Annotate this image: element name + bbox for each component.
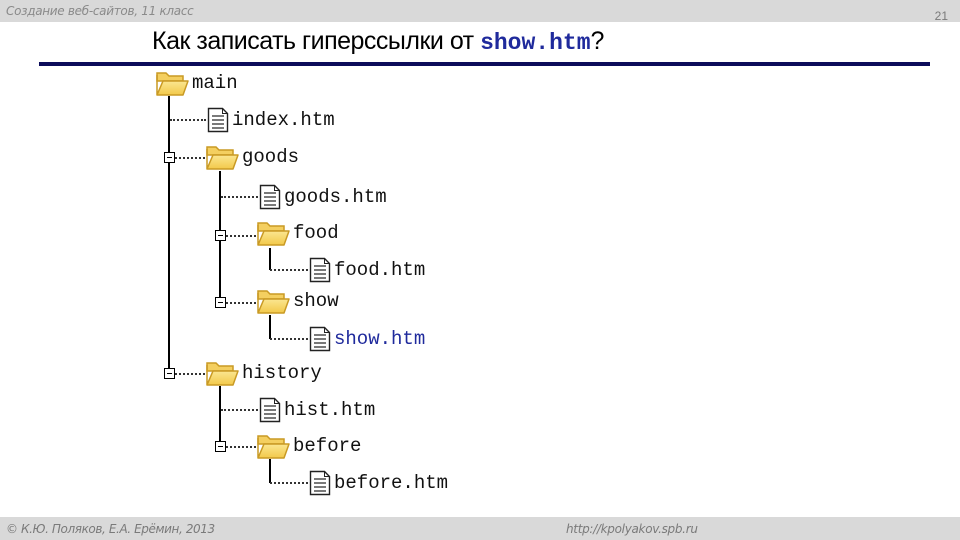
tree-node-before[interactable]: before — [256, 432, 361, 460]
tree-node-main[interactable]: main — [155, 69, 238, 97]
collapse-toggle-before[interactable] — [215, 441, 226, 452]
node-label: food — [293, 222, 339, 244]
tree-connector — [270, 482, 308, 484]
tree-connector — [226, 446, 256, 448]
node-label: goods.htm — [284, 186, 387, 208]
node-label: history — [242, 362, 322, 384]
tree-node-index-htm[interactable]: index.htm — [207, 106, 335, 134]
folder-open-icon — [256, 287, 290, 315]
tree-node-show-htm[interactable]: show.htm — [309, 325, 425, 353]
file-icon — [259, 184, 281, 210]
folder-open-icon — [256, 219, 290, 247]
footer-url[interactable]: http://kpolyakov.spb.ru — [566, 522, 698, 536]
node-label: show — [293, 290, 339, 312]
node-label: goods — [242, 146, 300, 168]
tree-node-history[interactable]: history — [205, 359, 322, 387]
file-icon — [259, 397, 281, 423]
tree-connector — [226, 302, 256, 304]
node-label: main — [192, 72, 238, 94]
tree-node-goods-htm[interactable]: goods.htm — [259, 183, 387, 211]
node-label: before — [293, 435, 362, 457]
tree-node-goods[interactable]: goods — [205, 143, 299, 171]
collapse-toggle-history[interactable] — [164, 368, 175, 379]
tree-connector — [175, 157, 205, 159]
node-label: before.htm — [334, 472, 449, 494]
node-label: index.htm — [232, 109, 335, 131]
footer-bar: © К.Ю. Поляков, Е.А. Ерёмин, 2013 http:/… — [0, 517, 960, 540]
collapse-toggle-food[interactable] — [215, 230, 226, 241]
collapse-toggle-goods[interactable] — [164, 152, 175, 163]
file-icon — [309, 326, 331, 352]
tree-line — [269, 315, 271, 339]
node-label: food.htm — [334, 259, 426, 281]
tree-connector — [221, 409, 258, 411]
tree-line — [168, 96, 170, 374]
tree-node-show[interactable]: show — [256, 287, 339, 315]
folder-tree: main index.htm goods goods.htm food food… — [0, 0, 960, 540]
tree-connector — [270, 269, 308, 271]
tree-line — [269, 248, 271, 270]
tree-node-hist-htm[interactable]: hist.htm — [259, 396, 375, 424]
file-icon — [309, 470, 331, 496]
folder-open-icon — [155, 69, 189, 97]
tree-connector — [221, 196, 258, 198]
file-icon — [207, 107, 229, 133]
tree-node-before-htm[interactable]: before.htm — [309, 469, 448, 497]
folder-open-icon — [205, 359, 239, 387]
folder-open-icon — [256, 432, 290, 460]
copyright: © К.Ю. Поляков, Е.А. Ерёмин, 2013 — [6, 522, 215, 536]
tree-connector — [175, 373, 205, 375]
tree-line — [219, 386, 221, 446]
collapse-toggle-show[interactable] — [215, 297, 226, 308]
node-label: hist.htm — [284, 399, 376, 421]
file-icon — [309, 257, 331, 283]
node-label-highlighted: show.htm — [334, 328, 426, 350]
tree-node-food-htm[interactable]: food.htm — [309, 256, 425, 284]
tree-connector — [270, 338, 308, 340]
tree-node-food[interactable]: food — [256, 219, 339, 247]
tree-line — [269, 459, 271, 483]
tree-connector — [170, 119, 206, 121]
folder-open-icon — [205, 143, 239, 171]
tree-connector — [226, 235, 256, 237]
